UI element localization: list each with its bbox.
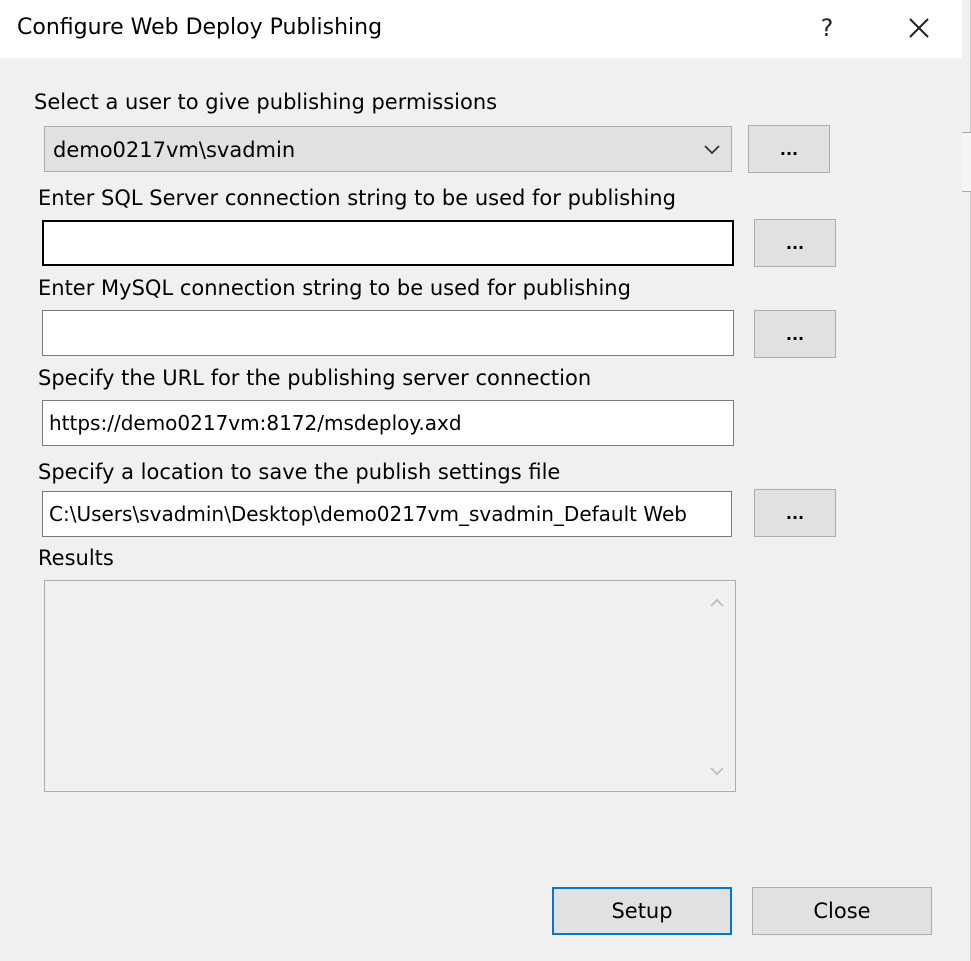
user-dropdown-value: demo0217vm\svadmin: [53, 138, 296, 162]
close-icon: [909, 18, 929, 38]
mysql-browse-button[interactable]: ...: [754, 310, 836, 358]
results-scrollbar[interactable]: [699, 581, 735, 791]
results-textarea[interactable]: [44, 580, 736, 792]
setup-button[interactable]: Setup: [552, 887, 732, 935]
title-close-button[interactable]: [894, 6, 944, 50]
sql-connection-input[interactable]: [42, 220, 734, 266]
url-label: Specify the URL for the publishing serve…: [38, 366, 592, 390]
location-browse-button[interactable]: ...: [754, 489, 836, 537]
scroll-up-icon[interactable]: [709, 595, 725, 611]
settings-file-location-input[interactable]: [42, 491, 732, 537]
scroll-down-icon[interactable]: [709, 763, 725, 779]
user-label: Select a user to give publishing permiss…: [34, 90, 498, 114]
user-dropdown[interactable]: demo0217vm\svadmin: [44, 126, 732, 172]
chevron-down-icon: [704, 145, 720, 155]
dialog-title: Configure Web Deploy Publishing: [17, 15, 383, 40]
help-button[interactable]: ?: [804, 6, 850, 50]
mysql-connection-input[interactable]: [42, 310, 734, 356]
background-window-edge: [962, 132, 971, 192]
title-bar: Configure Web Deploy Publishing ?: [0, 0, 962, 58]
web-deploy-dialog: Configure Web Deploy Publishing ? Select…: [0, 0, 971, 961]
results-label: Results: [38, 546, 114, 570]
mysql-label: Enter MySQL connection string to be used…: [38, 276, 631, 300]
sql-label: Enter SQL Server connection string to be…: [38, 186, 676, 210]
user-browse-button[interactable]: ...: [748, 125, 830, 173]
sql-browse-button[interactable]: ...: [754, 219, 836, 267]
url-input[interactable]: [42, 400, 734, 446]
close-button[interactable]: Close: [752, 887, 932, 935]
location-label: Specify a location to save the publish s…: [38, 460, 561, 484]
